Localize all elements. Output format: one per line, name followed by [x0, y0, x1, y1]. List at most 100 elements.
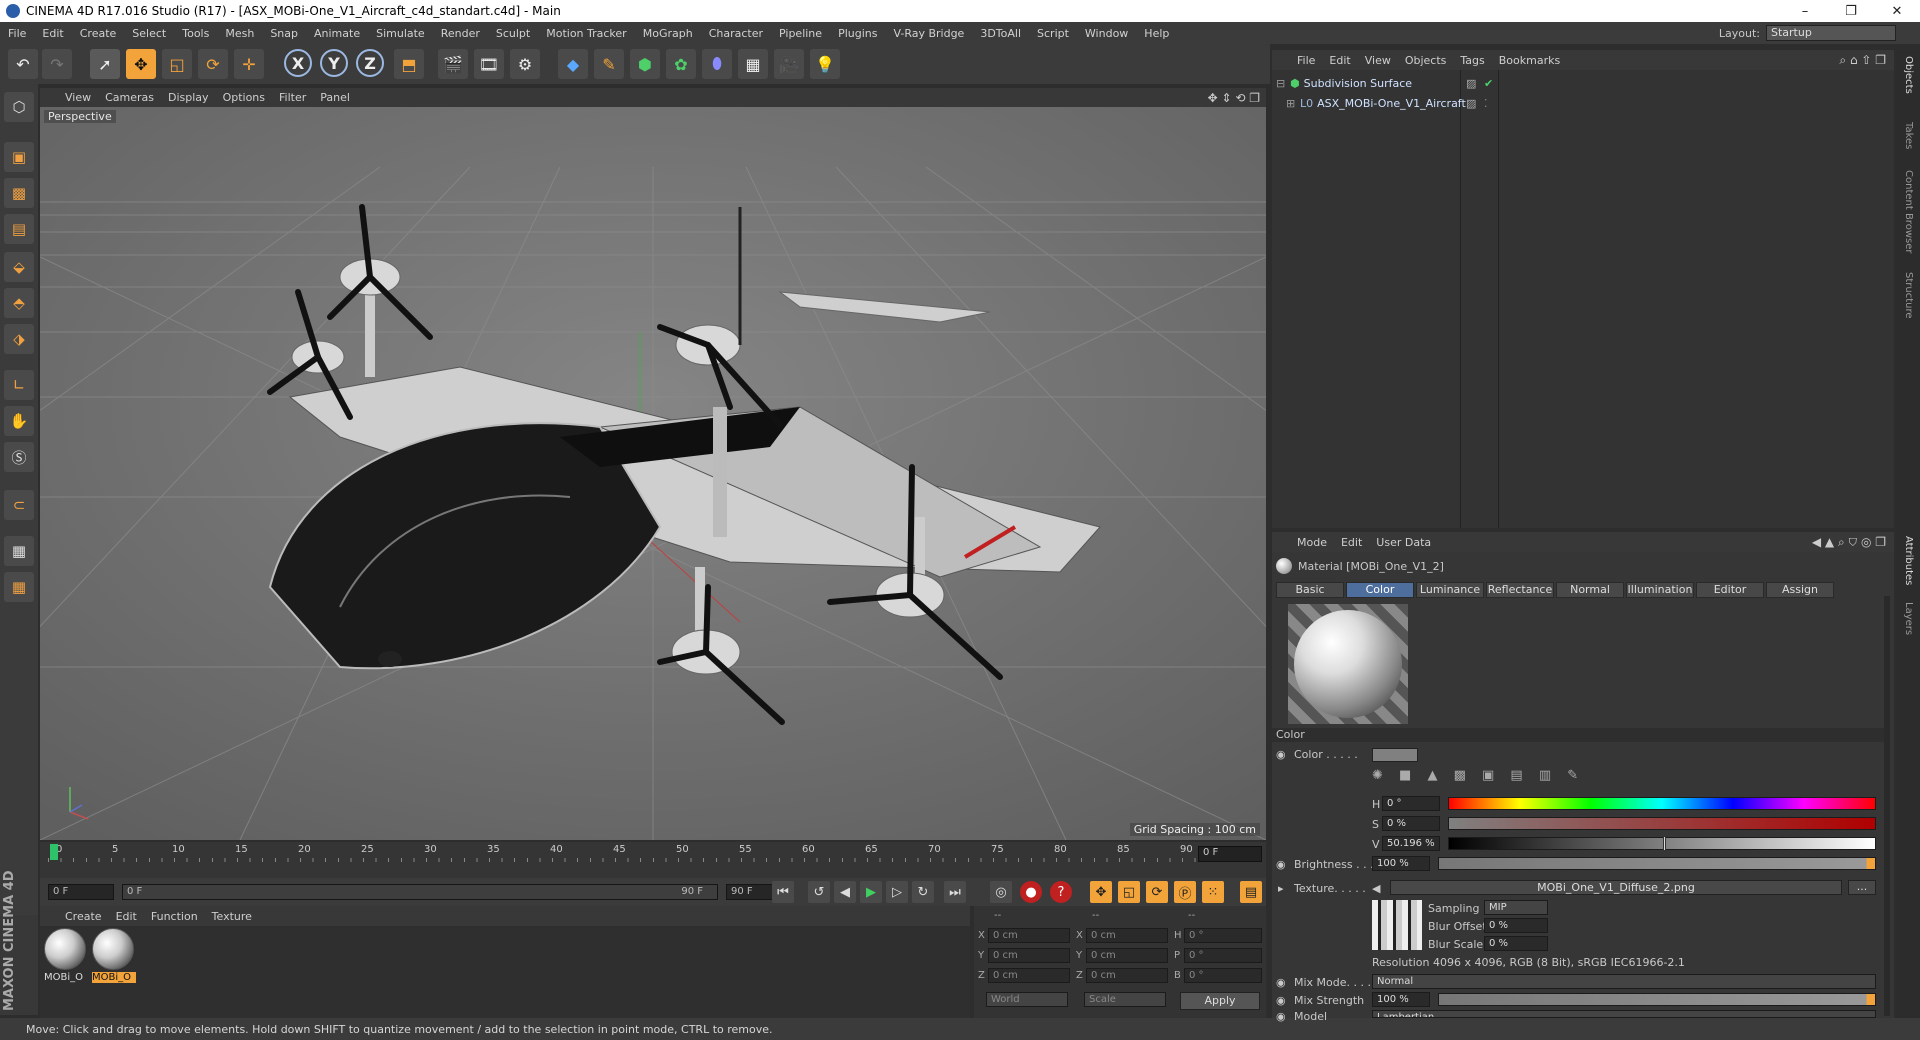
next-frame-icon[interactable]: ▷ — [886, 881, 908, 903]
tab-reflectance[interactable]: Reflectance — [1486, 582, 1554, 598]
menu-edit[interactable]: Edit — [34, 27, 71, 40]
material-menu-edit[interactable]: Edit — [109, 910, 144, 923]
viewport-nav-icons[interactable]: ✥ ⇕ ⟲ ❐ — [1208, 91, 1260, 105]
key-point-level-icon[interactable]: ⁙ — [1202, 881, 1224, 903]
side-tab-structure[interactable]: Structure — [1903, 272, 1914, 319]
menu-character[interactable]: Character — [701, 27, 771, 40]
tab-editor[interactable]: Editor — [1696, 582, 1764, 598]
previous-key-icon[interactable]: ↺ — [808, 881, 830, 903]
size-y-field[interactable]: 0 cm — [1086, 948, 1168, 963]
side-tab-layers[interactable]: Layers — [1903, 602, 1914, 635]
viewport-menu-filter[interactable]: Filter — [272, 91, 313, 104]
z-axis-toggle[interactable]: Z — [356, 49, 384, 77]
snap-icon[interactable]: ⊂ — [4, 490, 34, 520]
start-frame-field[interactable]: 0 F — [48, 884, 114, 900]
redo-icon[interactable]: ↷ — [42, 49, 72, 79]
value-field[interactable]: 50.196 % — [1382, 836, 1440, 851]
texture-file-button[interactable]: MOBi_One_V1_Diffuse_2.png — [1390, 880, 1842, 895]
model-dropdown[interactable]: Lambertian — [1372, 1010, 1876, 1018]
edges-mode-icon[interactable]: ⬘ — [4, 288, 34, 318]
key-scale-icon[interactable]: ◱ — [1118, 881, 1140, 903]
saturation-slider[interactable] — [1448, 817, 1876, 830]
object-manager-search-icon[interactable]: ⌕ ⌂ ⇧ ❐ — [1839, 53, 1886, 68]
deformer-icon[interactable]: ⬮ — [702, 49, 732, 79]
model-mode-icon[interactable]: ▣ — [4, 142, 34, 172]
brightness-radio-icon[interactable]: ◉ — [1276, 858, 1286, 871]
maximize-button[interactable]: ❐ — [1828, 0, 1874, 22]
autokey-icon[interactable]: ? — [1050, 881, 1072, 903]
tab-luminance[interactable]: Luminance — [1416, 582, 1484, 598]
model-radio-icon[interactable]: ◉ — [1276, 1010, 1286, 1023]
3d-viewport[interactable]: Perspective Grid Spacing : 100 cm — [40, 107, 1266, 840]
hue-slider[interactable] — [1448, 797, 1876, 810]
menu-create[interactable]: Create — [72, 27, 125, 40]
object-row-subdivision-surface[interactable]: ⊟ ⬢ Subdivision Surface ▨ ✔ — [1272, 74, 1894, 92]
workplane-lock-icon[interactable]: ▦ — [4, 536, 34, 566]
object-menu-bookmarks[interactable]: Bookmarks — [1492, 54, 1567, 67]
mix-strength-radio-icon[interactable]: ◉ — [1276, 994, 1286, 1007]
menu-vray-bridge[interactable]: V-Ray Bridge — [885, 27, 972, 40]
object-row-aircraft[interactable]: ⊞ L0 ASX_MOBi-One_V1_Aircraft ▨ ⁚ — [1272, 94, 1894, 112]
motion-record-icon[interactable]: ◎ — [990, 881, 1012, 903]
apply-button[interactable]: Apply — [1180, 992, 1260, 1010]
pen-spline-icon[interactable]: ✎ — [594, 49, 624, 79]
size-z-field[interactable]: 0 cm — [1086, 968, 1168, 983]
viewport-menu-view[interactable]: View — [58, 91, 98, 104]
scale-tool-icon[interactable]: ◱ — [162, 49, 192, 79]
go-to-start-icon[interactable]: ⏮ — [772, 881, 794, 903]
timeline-playhead[interactable] — [50, 844, 58, 860]
tweak-mode-icon[interactable]: ✋ — [4, 406, 34, 436]
object-menu-tags[interactable]: Tags — [1453, 54, 1491, 67]
viewport-menu-panel[interactable]: Panel — [313, 91, 357, 104]
layer-dot-icon[interactable]: ⁚ — [1484, 97, 1488, 110]
menu-mesh[interactable]: Mesh — [217, 27, 262, 40]
menu-script[interactable]: Script — [1029, 27, 1077, 40]
texture-expand-icon[interactable]: ▸ — [1278, 882, 1284, 895]
x-axis-toggle[interactable]: X — [284, 49, 312, 77]
tab-normal[interactable]: Normal — [1556, 582, 1624, 598]
mix-strength-field[interactable]: 100 % — [1372, 992, 1430, 1007]
timeline[interactable]: 0 5 10 15 20 25 30 35 40 45 50 55 60 65 … — [40, 842, 1266, 878]
menu-pipeline[interactable]: Pipeline — [771, 27, 830, 40]
attribute-menu-user-data[interactable]: User Data — [1369, 536, 1438, 549]
color-swatch[interactable] — [1372, 748, 1418, 762]
value-slider[interactable] — [1448, 836, 1876, 851]
menu-motion-tracker[interactable]: Motion Tracker — [538, 27, 634, 40]
menu-simulate[interactable]: Simulate — [368, 27, 433, 40]
render-settings-icon[interactable]: ⚙ — [510, 49, 540, 79]
material-preview[interactable] — [1288, 604, 1408, 724]
live-select-icon[interactable]: ➚ — [90, 49, 120, 79]
cube-primitive-icon[interactable]: ◆ — [558, 49, 588, 79]
polygons-mode-icon[interactable]: ⬗ — [4, 324, 34, 354]
y-axis-toggle[interactable]: Y — [320, 49, 348, 77]
solo-mode-icon[interactable]: Ⓢ — [4, 442, 34, 472]
side-tab-takes[interactable]: Takes — [1903, 122, 1914, 149]
viewport-menu-options[interactable]: Options — [216, 91, 272, 104]
blur-offset-field[interactable]: 0 % — [1484, 918, 1548, 933]
size-mode-dropdown[interactable]: Scale — [1084, 992, 1166, 1007]
side-tab-content-browser[interactable]: Content Browser — [1903, 170, 1914, 253]
saturation-field[interactable]: 0 % — [1382, 816, 1440, 831]
visibility-toggle-icon[interactable]: ▨ — [1466, 97, 1476, 110]
position-z-field[interactable]: 0 cm — [988, 968, 1070, 983]
menu-mograph[interactable]: MoGraph — [635, 27, 701, 40]
go-to-end-icon[interactable]: ⏭ — [944, 881, 966, 903]
collapse-icon[interactable]: ⊟ — [1276, 77, 1290, 90]
timeline-ruler[interactable]: 0 5 10 15 20 25 30 35 40 45 50 55 60 65 … — [48, 844, 1198, 862]
key-rotation-icon[interactable]: ⟳ — [1146, 881, 1168, 903]
side-tab-objects[interactable]: Objects — [1903, 56, 1914, 94]
points-mode-icon[interactable]: ⬙ — [4, 252, 34, 282]
attribute-menu-mode[interactable]: Mode — [1290, 536, 1334, 549]
menu-sculpt[interactable]: Sculpt — [488, 27, 538, 40]
value-slider-handle[interactable] — [1662, 836, 1666, 851]
quantize-icon[interactable]: ▦ — [4, 572, 34, 602]
rotation-h-field[interactable]: 0 ° — [1184, 928, 1262, 943]
tab-illumination[interactable]: Illumination — [1626, 582, 1694, 598]
sampling-dropdown[interactable]: MIP — [1484, 900, 1548, 915]
menu-snap[interactable]: Snap — [262, 27, 306, 40]
attribute-nav-icons[interactable]: ◀ ▲ ⌕ ⛉ ◎ ❐ — [1812, 535, 1886, 550]
material-swatch[interactable]: MOBi_O — [44, 928, 88, 983]
subdivision-generator-icon[interactable]: ⬢ — [630, 49, 660, 79]
attribute-menu-edit[interactable]: Edit — [1334, 536, 1369, 549]
array-generator-icon[interactable]: ✿ — [666, 49, 696, 79]
